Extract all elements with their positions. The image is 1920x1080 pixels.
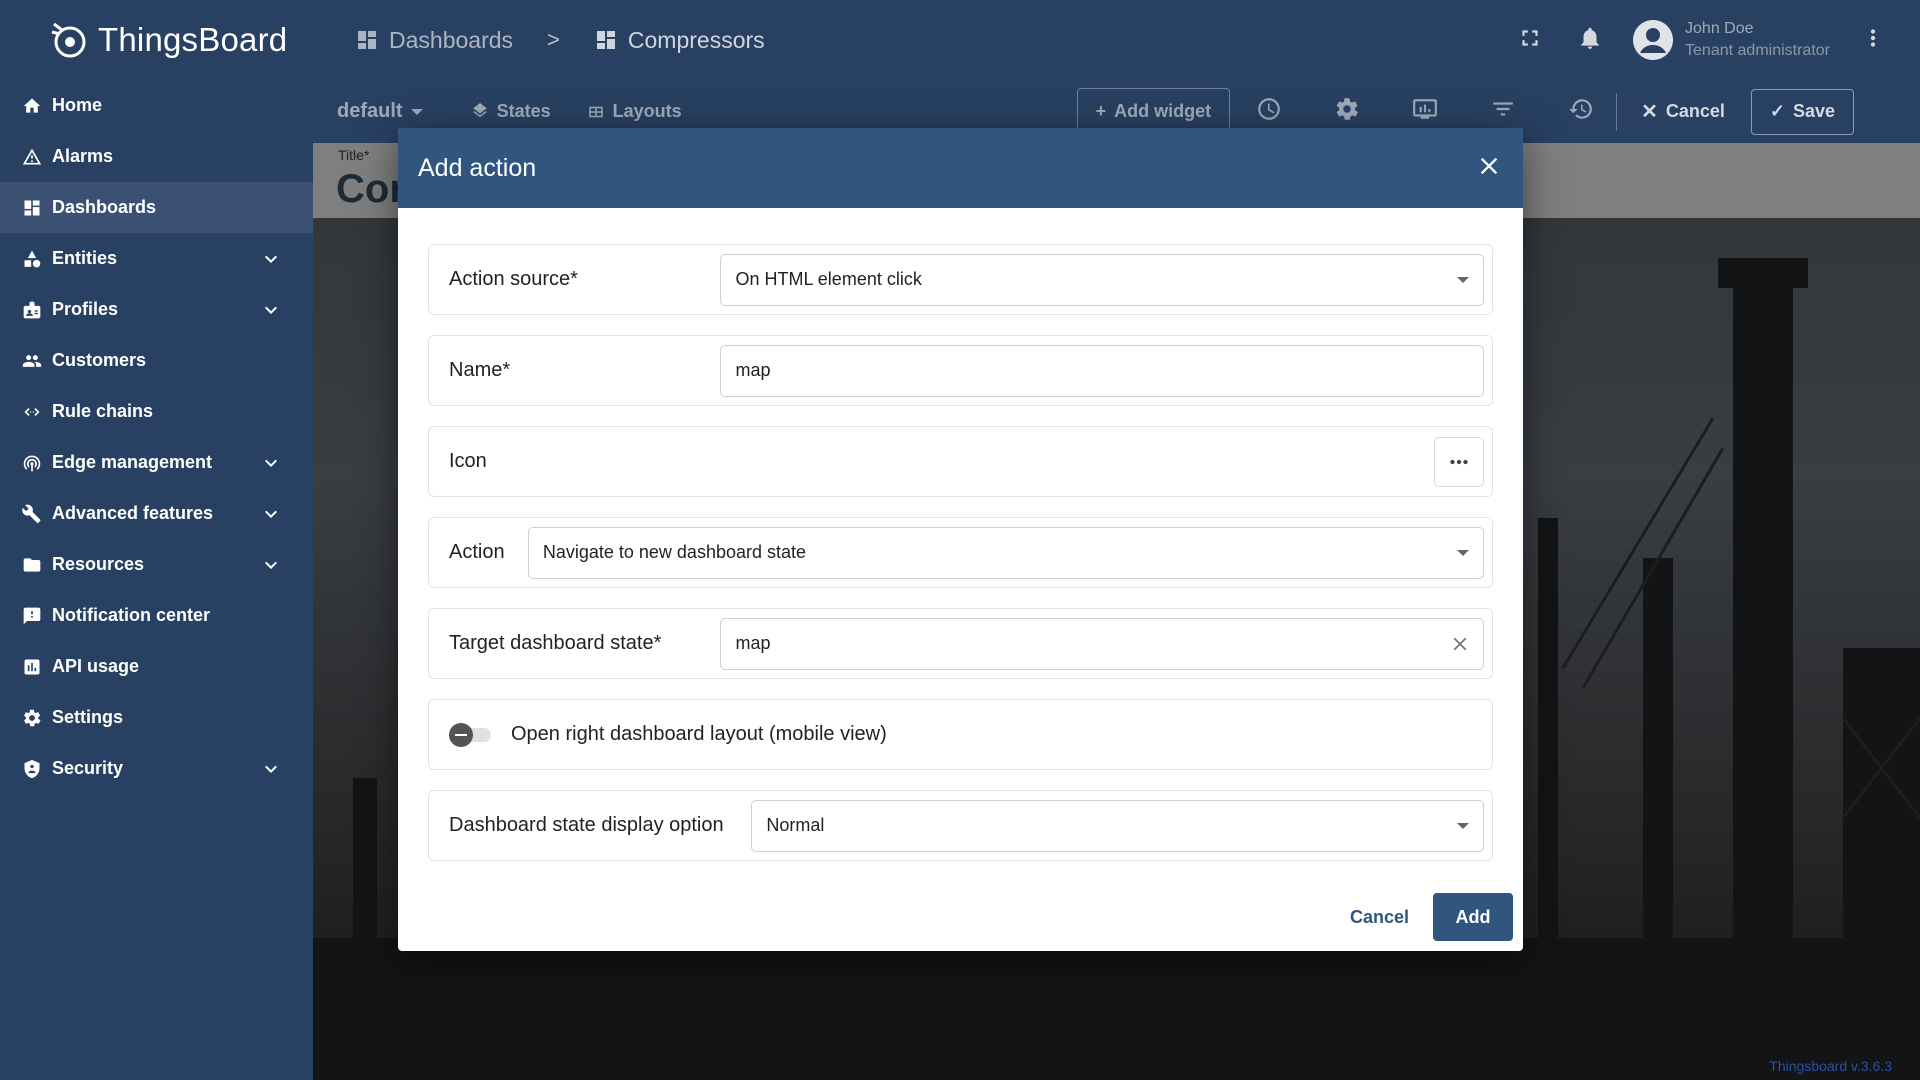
display-option-select[interactable]: Normal [751,799,1484,852]
name-input[interactable]: map [720,344,1484,397]
name-label: Name* [449,359,511,381]
edge-icon [23,455,41,471]
toggle-knob-minus-icon [449,722,473,747]
sidebar-item-label: Notification center [52,605,211,625]
sidebar-item-label: Advanced features [52,503,214,523]
name-value: map [735,360,771,380]
dropdown-arrow-icon [1457,276,1469,283]
dialog-actions: Cancel Add [1346,893,1513,941]
sidebar-item-label: Security [52,758,124,778]
chart-icon [24,659,40,674]
display-option-label: Dashboard state display option [449,814,724,836]
action-label: Action [449,541,505,563]
sidebar-item-api-usage[interactable]: API usage [0,641,313,692]
sidebar-item-security[interactable]: Security [0,743,313,794]
display-option-value: Normal [766,815,825,835]
target-state-value: map [735,633,771,653]
folder-icon [23,557,41,572]
icon-picker-button[interactable] [1434,436,1484,487]
sidebar-item-profiles[interactable]: Profiles [0,284,313,335]
profiles-icon [23,301,41,318]
version-label[interactable]: Thingsboard v.3.6.3 [1769,1058,1892,1074]
chevron-down-icon [265,510,277,518]
action-source-value: On HTML element click [735,269,922,289]
dialog-title: Add action [418,153,537,182]
sidebar-item-settings[interactable]: Settings [0,692,313,743]
dropdown-arrow-icon [1457,822,1469,829]
chevron-down-icon [265,561,277,569]
close-icon [1480,157,1498,174]
tools-icon [22,504,41,523]
gear-icon [24,709,41,726]
icon-label: Icon [449,450,487,472]
sidebar-item-customers[interactable]: Customers [0,335,313,386]
add-action-dialog: Add action Action source* On HTML elemen… [398,128,1523,951]
sidebar-item-advanced-features[interactable]: Advanced features [0,488,313,539]
target-state-row: Target dashboard state* map [428,608,1493,679]
display-option-row: Dashboard state display option Normal [428,790,1493,861]
chevron-down-icon [265,255,277,263]
sidebar-item-resources[interactable]: Resources [0,539,313,590]
sidebar-item-label: Settings [52,707,124,727]
sidebar-item-label: Rule chains [52,401,154,421]
shield-icon [24,759,40,778]
action-row: Action Navigate to new dashboard state [428,517,1493,588]
dialog-body: Action source* On HTML element click Nam… [398,208,1523,861]
sidebar-item-label: Customers [52,350,147,370]
add-button[interactable]: Add [1433,893,1513,941]
close-icon [1453,637,1467,650]
sidebar-item-label: Profiles [52,299,119,319]
action-source-label: Action source* [449,268,578,290]
action-value: Navigate to new dashboard state [542,542,807,562]
dropdown-arrow-icon [1457,549,1469,556]
sidebar-item-edge-management[interactable]: Edge management [0,437,313,488]
dialog-header: Add action [398,128,1523,208]
sidebar-item-label: API usage [52,656,140,676]
sidebar-item-label: Edge management [52,452,213,472]
action-source-row: Action source* On HTML element click [428,244,1493,315]
icon-row: Icon [428,426,1493,497]
open-right-layout-toggle[interactable] [449,722,493,747]
dialog-close-button[interactable] [1475,152,1503,185]
customers-icon [22,354,42,367]
target-state-input[interactable]: map [720,617,1484,670]
name-row: Name* map [428,335,1493,406]
sidebar-item-label: Entities [52,248,118,268]
entities-icon [24,250,41,267]
cancel-button[interactable]: Cancel [1346,897,1413,938]
sidebar-item-notification-center[interactable]: Notification center [0,590,313,641]
sidebar-item-entities[interactable]: Entities [0,233,313,284]
more-horiz-icon [1450,459,1468,464]
open-right-layout-row: Open right dashboard layout (mobile view… [428,699,1493,770]
action-select[interactable]: Navigate to new dashboard state [527,526,1484,579]
rule-chains-icon [24,407,40,416]
sidebar-item-rule-chains[interactable]: Rule chains [0,386,313,437]
sidebar-item-label: Resources [52,554,145,574]
action-source-select[interactable]: On HTML element click [720,253,1484,306]
chevron-down-icon [265,459,277,467]
chevron-down-icon [265,765,277,773]
chevron-down-icon [265,306,277,314]
target-state-label: Target dashboard state* [449,632,662,654]
open-right-layout-label: Open right dashboard layout (mobile view… [511,723,887,745]
notification-icon [23,607,41,624]
